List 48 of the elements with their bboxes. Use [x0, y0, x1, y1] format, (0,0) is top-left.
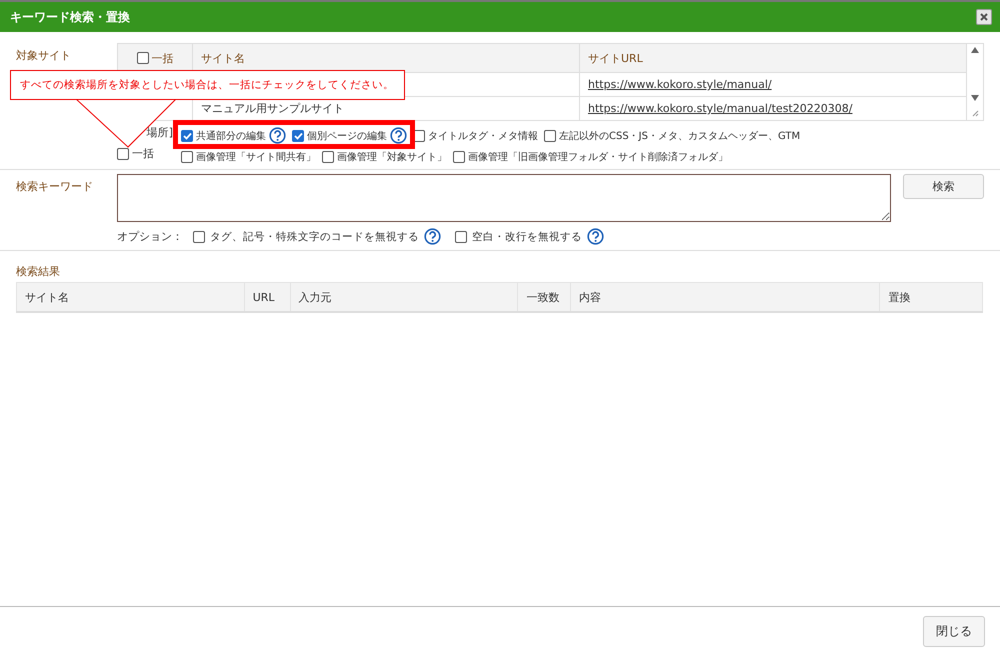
help-icon[interactable] — [587, 228, 604, 245]
checkbox[interactable] — [322, 151, 334, 163]
search-button[interactable]: 検索 — [903, 174, 984, 199]
scrollbar[interactable] — [967, 43, 984, 121]
close-button[interactable] — [976, 9, 992, 25]
header-cell: URL — [244, 282, 290, 312]
option-label: タイトルタグ・メタ情報 — [428, 130, 538, 142]
option-label: 画像管理「対象サイト」 — [337, 150, 447, 164]
section-label: 場所] — [146, 125, 173, 140]
header-cell: サイトURL — [580, 44, 966, 72]
keyword-field[interactable] — [117, 174, 891, 222]
header-cell: 入力元 — [290, 282, 518, 312]
checkbox[interactable] — [193, 230, 205, 242]
header-cell: 内容 — [570, 282, 880, 312]
scroll-down-icon[interactable] — [971, 95, 979, 101]
close-dialog-button[interactable]: 閉じる — [923, 616, 985, 646]
options-label: オプション： — [117, 229, 183, 244]
option-label: 画像管理「旧画像管理フォルダ・サイト削除済フォルダ」 — [468, 150, 728, 164]
header-cell: 置換 — [880, 282, 982, 312]
checkbox[interactable] — [292, 130, 304, 142]
checkbox[interactable] — [181, 130, 193, 142]
scroll-up-icon[interactable] — [971, 47, 979, 53]
checkbox[interactable] — [453, 151, 465, 163]
option-label: 画像管理「サイト間共有」 — [196, 150, 316, 164]
section-label: 対象サイト — [16, 48, 72, 63]
checkbox-label: 一括 — [132, 146, 154, 161]
option-label: タグ、記号・特殊文字のコードを無視する — [210, 230, 419, 244]
close-icon[interactable] — [979, 12, 989, 22]
checkbox[interactable] — [455, 230, 467, 242]
section-label: 検索キーワード — [16, 179, 94, 194]
header-cell: 一致数 — [518, 282, 571, 312]
header-cell: サイト名 — [192, 44, 580, 72]
checkbox[interactable] — [181, 151, 193, 163]
checkbox[interactable] — [117, 148, 129, 160]
checkbox[interactable] — [544, 130, 556, 142]
checkbox-label: 一括 — [152, 50, 174, 66]
option-label: 空白・改行を無視する — [472, 230, 582, 244]
header-cell: サイト名 — [16, 282, 244, 312]
section-label: 検索結果 — [16, 264, 61, 279]
help-icon[interactable] — [269, 127, 286, 144]
option-label: 共通部分の編集 — [196, 130, 266, 142]
help-icon[interactable] — [390, 127, 407, 144]
checkbox[interactable] — [136, 52, 148, 64]
help-icon[interactable] — [424, 228, 441, 245]
option-label: 個別ページの編集 — [307, 130, 387, 142]
window-title: キーワード検索・置換 — [10, 8, 130, 26]
resize-grip-icon[interactable] — [971, 109, 979, 117]
option-label: 左記以外のCSS・JS・メタ、カスタムヘッダー、GTM — [559, 130, 800, 142]
